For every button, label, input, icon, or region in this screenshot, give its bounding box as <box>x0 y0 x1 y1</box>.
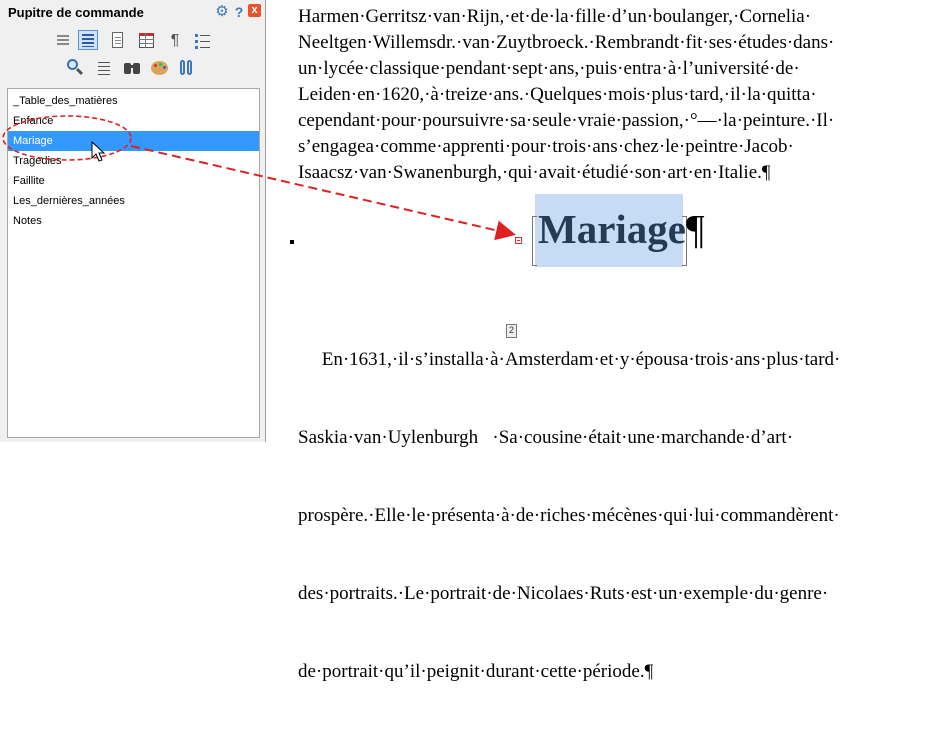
list-icon[interactable] <box>193 31 213 51</box>
text-line: En·1631,·il·s’installa·à·Amsterdam·et·y·… <box>298 349 841 370</box>
paperclip-icon[interactable] <box>177 58 197 78</box>
formatting-mark <box>290 240 294 244</box>
paragraph-1: Harmen·Gerritsz·van·Rijn,·et·de·la·fille… <box>298 4 834 186</box>
outline-item-dernieres-annees[interactable]: Les_dernières_années <box>8 191 259 211</box>
outline-item-mariage[interactable]: Mariage <box>8 131 259 151</box>
help-icon[interactable]: ? <box>230 3 248 21</box>
text-line: Harmen·Gerritsz·van·Rijn,·et·de·la·fille… <box>298 6 812 27</box>
table-icon[interactable] <box>137 31 157 51</box>
headings-icon[interactable] <box>53 31 73 51</box>
document-area[interactable]: Harmen·Gerritsz·van·Rijn,·et·de·la·fille… <box>266 0 939 682</box>
outline-item-table-des-matieres[interactable]: _Table_des_matières <box>8 91 259 111</box>
text-line: de·portrait·qu’il·peignit·durant·cette·p… <box>298 661 654 682</box>
page-icon[interactable] <box>108 31 128 51</box>
outline-tree[interactable]: _Table_des_matières Enfance Mariage Trag… <box>7 88 260 438</box>
close-icon[interactable]: x <box>248 4 261 17</box>
outline-item-notes[interactable]: Notes <box>8 211 259 231</box>
gear-icon[interactable]: ⚙ <box>213 3 231 21</box>
text-line: Isaacsz·van·Swanenburgh,·qui·avait·étudi… <box>298 162 771 183</box>
panel-title: Pupitre de commande <box>8 5 144 20</box>
text-line: des·portraits.·Le·portrait·de·Nicolaes·R… <box>298 583 829 604</box>
text-icon[interactable] <box>94 58 114 78</box>
binoculars-icon[interactable] <box>122 58 142 78</box>
outline-item-faillite[interactable]: Faillite <box>8 171 259 191</box>
heading-mariage[interactable]: Mariage <box>538 204 686 254</box>
text-line: s’engagea·comme·apprenti·pour·trois·ans·… <box>298 136 794 157</box>
outline-item-enfance[interactable]: Enfance <box>8 111 259 131</box>
text-line: Saskia·van·Uylenburgh ·Sa·cousine·était·… <box>298 427 794 448</box>
palette-icon[interactable] <box>150 58 170 78</box>
text-line: Leiden·en·1620,·à·treize·ans.·Quelques·m… <box>298 84 817 105</box>
paragraph-2: En·1631,·il·s’installa·à·Amsterdam·et·y·… <box>298 295 840 737</box>
heading-bracket-left <box>532 216 537 266</box>
navigator-panel: Pupitre de commande ⚙ ? x ¶ _Table_des_m… <box>0 0 266 442</box>
outline-icon[interactable] <box>78 30 98 50</box>
collapse-heading-icon[interactable] <box>515 237 522 244</box>
zoom-icon[interactable] <box>65 58 85 78</box>
text-line: Neeltgen·Willemsdr.·van·Zuytbroeck.·Remb… <box>298 32 835 53</box>
text-line: un·lycée·classique·pendant·sept·ans,·pui… <box>298 58 800 79</box>
pilcrow-mark: ¶ <box>686 206 705 252</box>
outline-item-tragedies[interactable]: Tragedies <box>8 151 259 171</box>
footnote-anchor[interactable]: 2 <box>506 324 517 338</box>
text-line: cependant·pour·poursuivre·sa·seule·vraie… <box>298 110 835 131</box>
text-line: prospère.·Elle·le·présenta·à·de·riches·m… <box>298 505 840 526</box>
pilcrow-icon[interactable]: ¶ <box>165 31 185 51</box>
